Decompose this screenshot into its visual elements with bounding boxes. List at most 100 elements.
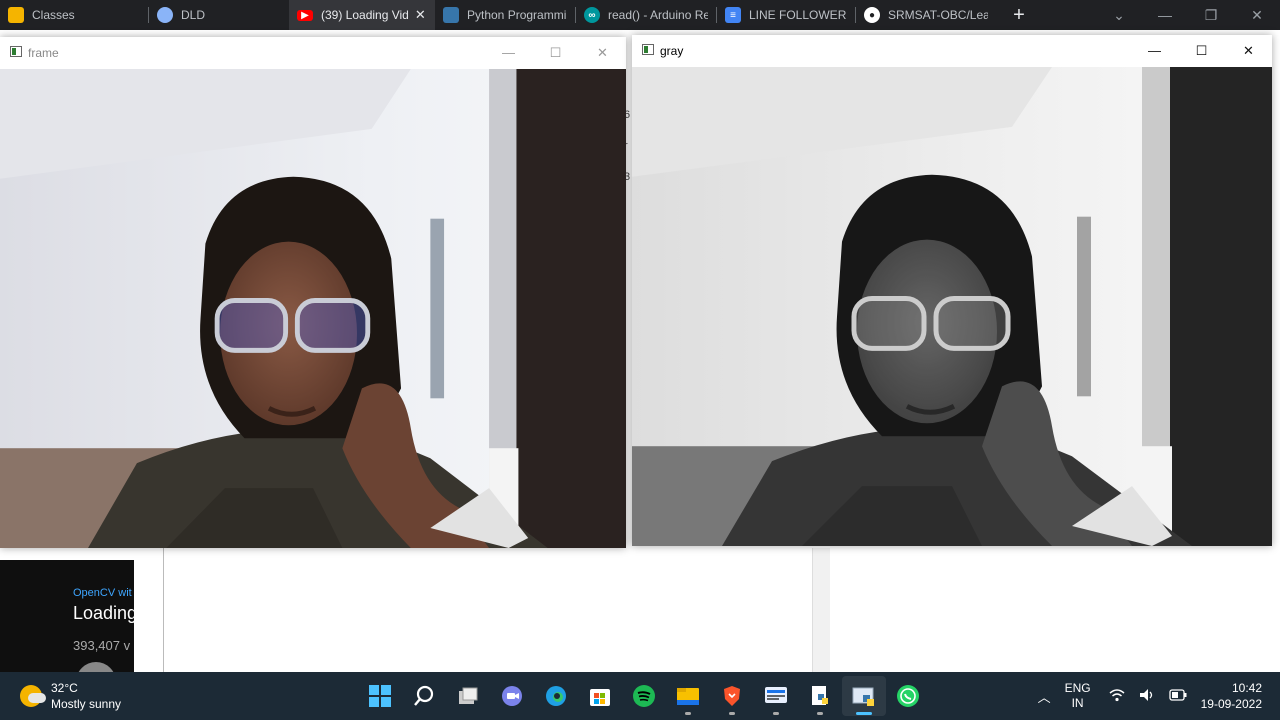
webcam-grayscale-frame bbox=[632, 67, 1272, 546]
tab-title: DLD bbox=[181, 8, 206, 22]
browser-window-controls: ⌄ — ❐ ✕ bbox=[1096, 0, 1280, 30]
tab-classes[interactable]: Classes bbox=[0, 0, 148, 30]
opencv-window-gray: gray — ☐ ✕ bbox=[632, 35, 1272, 546]
browser-tab-strip: Classes DLD ▶ (39) Loading Vid ✕ Python … bbox=[0, 0, 1280, 30]
partly-sunny-icon bbox=[20, 685, 46, 707]
running-indicator bbox=[817, 712, 823, 715]
google-classroom-icon bbox=[8, 7, 24, 23]
youtube-icon: ▶ bbox=[297, 9, 313, 21]
channel-avatar[interactable] bbox=[76, 662, 116, 672]
tab-search-icon[interactable]: ⌄ bbox=[1096, 0, 1142, 30]
tab-arduino-reference[interactable]: ∞ read() - Arduino Refe bbox=[576, 0, 716, 30]
tab-title: (39) Loading Vid bbox=[321, 8, 409, 22]
running-indicator bbox=[729, 712, 735, 715]
tab-title: read() - Arduino Refe bbox=[608, 8, 708, 22]
clock-time: 10:42 bbox=[1231, 681, 1262, 695]
microsoft-store-icon bbox=[590, 689, 610, 706]
teams-chat-icon bbox=[502, 686, 522, 706]
window-app-icon bbox=[642, 44, 654, 55]
restore-icon[interactable]: ❐ bbox=[1188, 0, 1234, 30]
google-docs-icon: ≡ bbox=[725, 7, 741, 23]
opencv-window-frame: frame — ☐ ✕ bbox=[0, 37, 626, 548]
windows-start-icon bbox=[369, 685, 391, 707]
python-window-button[interactable] bbox=[842, 676, 886, 716]
window-title: frame bbox=[28, 46, 59, 60]
app-button[interactable] bbox=[754, 676, 798, 716]
tab-github-srmsat[interactable]: ● SRMSAT-OBC/Learn bbox=[856, 0, 996, 30]
wifi-icon[interactable] bbox=[1109, 688, 1125, 705]
webcam-image bbox=[0, 69, 626, 548]
window-app-icon bbox=[10, 46, 22, 57]
brave-button[interactable] bbox=[710, 676, 754, 716]
file-explorer-button[interactable] bbox=[666, 676, 710, 716]
file-explorer-icon bbox=[677, 688, 699, 705]
active-indicator bbox=[856, 712, 872, 715]
region-code: IN bbox=[1071, 696, 1084, 710]
volume-icon[interactable] bbox=[1139, 688, 1155, 705]
taskbar-clock[interactable]: 10:42 19-09-2022 bbox=[1201, 680, 1262, 712]
new-tab-button[interactable]: + bbox=[1004, 4, 1034, 27]
maximize-icon[interactable]: ☐ bbox=[532, 37, 579, 69]
tab-title: Python Programmin bbox=[467, 8, 567, 22]
arduino-icon: ∞ bbox=[584, 7, 600, 23]
minimize-icon[interactable]: — bbox=[485, 37, 532, 69]
video-view-count: 393,407 v bbox=[73, 638, 131, 653]
github-icon: ● bbox=[864, 7, 880, 23]
youtube-video-info: OpenCV wit Loading 393,407 v bbox=[0, 560, 134, 672]
page-scrollbar[interactable] bbox=[812, 548, 830, 672]
close-icon[interactable]: ✕ bbox=[1225, 35, 1272, 67]
edge-icon bbox=[546, 686, 566, 706]
python-icon bbox=[443, 7, 459, 23]
task-view-icon bbox=[459, 687, 478, 704]
start-button[interactable] bbox=[358, 676, 402, 716]
site-icon bbox=[157, 7, 173, 23]
whatsapp-button[interactable] bbox=[886, 676, 930, 716]
chevron-up-icon[interactable]: ︿ bbox=[1038, 687, 1051, 706]
microsoft-store-button[interactable] bbox=[578, 676, 622, 716]
task-view-button[interactable] bbox=[446, 676, 490, 716]
tab-dld[interactable]: DLD bbox=[149, 0, 289, 30]
page-divider bbox=[163, 548, 164, 672]
language-indicator[interactable]: ENG IN bbox=[1065, 681, 1091, 711]
minimize-icon[interactable]: — bbox=[1131, 35, 1178, 67]
battery-icon[interactable] bbox=[1168, 688, 1187, 704]
tab-title: SRMSAT-OBC/Learn bbox=[888, 8, 988, 22]
python-file-button[interactable] bbox=[798, 676, 842, 716]
spotify-icon bbox=[633, 685, 655, 707]
video-title: Loading bbox=[73, 603, 134, 623]
close-icon[interactable]: ✕ bbox=[579, 37, 626, 69]
tab-title: LINE FOLLOWER CO bbox=[749, 8, 847, 22]
webcam-image-grayscale bbox=[632, 67, 1272, 546]
brave-icon bbox=[724, 686, 740, 706]
running-indicator bbox=[685, 712, 691, 715]
maximize-icon[interactable]: ☐ bbox=[1178, 35, 1225, 67]
taskbar: 32°C Mostly sunny ︿ ENG IN 10:42 19-09-2… bbox=[0, 672, 1280, 720]
tab-title: Classes bbox=[32, 8, 75, 22]
whatsapp-icon bbox=[897, 685, 919, 707]
tab-line-follower-doc[interactable]: ≡ LINE FOLLOWER CO bbox=[717, 0, 855, 30]
app-icon bbox=[765, 687, 787, 703]
edge-button[interactable] bbox=[534, 676, 578, 716]
video-channel-name[interactable]: OpenCV wit bbox=[73, 587, 132, 599]
running-indicator bbox=[773, 712, 779, 715]
window-title: gray bbox=[660, 44, 684, 58]
window-controls: — ☐ ✕ bbox=[485, 37, 626, 69]
close-icon[interactable]: ✕ bbox=[1234, 0, 1280, 30]
teams-chat-button[interactable] bbox=[490, 676, 534, 716]
search-icon bbox=[414, 685, 434, 706]
python-file-icon bbox=[812, 686, 828, 705]
window-titlebar[interactable]: gray — ☐ ✕ bbox=[632, 35, 1272, 67]
window-titlebar[interactable]: frame — ☐ ✕ bbox=[0, 37, 626, 69]
system-tray: ︿ ENG IN 10:42 19-09-2022 bbox=[1038, 672, 1280, 720]
weather-temperature: 32°C bbox=[51, 681, 78, 695]
tab-python-programming[interactable]: Python Programmin bbox=[435, 0, 575, 30]
webcam-color-frame bbox=[0, 69, 626, 548]
weather-description: Mostly sunny bbox=[51, 697, 122, 711]
spotify-button[interactable] bbox=[622, 676, 666, 716]
search-button[interactable] bbox=[402, 676, 446, 716]
window-controls: — ☐ ✕ bbox=[1131, 35, 1272, 67]
weather-widget[interactable]: 32°C Mostly sunny bbox=[20, 680, 121, 712]
tab-youtube-video[interactable]: ▶ (39) Loading Vid ✕ bbox=[289, 0, 435, 30]
minimize-icon[interactable]: — bbox=[1142, 0, 1188, 30]
close-tab-icon[interactable]: ✕ bbox=[415, 7, 426, 23]
